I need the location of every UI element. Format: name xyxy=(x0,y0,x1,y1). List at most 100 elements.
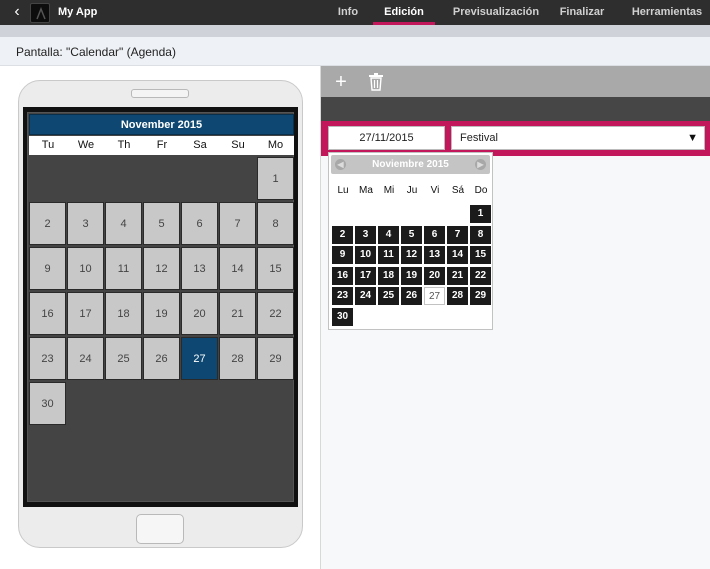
tab-previsualizacion[interactable]: Previsualización xyxy=(447,0,545,25)
picker-weekday: Ju xyxy=(406,185,418,196)
tab-info[interactable]: Info xyxy=(328,0,368,25)
date-input[interactable]: 27/11/2015 xyxy=(328,126,445,150)
calendar-day[interactable]: 26 xyxy=(143,337,180,380)
phone-screen: November 2015 Tu We Th Fr Sa Su Mo 1 2 3 4 5 6 7 8 9 10 1… xyxy=(23,107,298,507)
calendar-day[interactable]: 27 xyxy=(181,337,218,380)
trash-icon[interactable] xyxy=(365,71,387,93)
picker-day[interactable]: 20 xyxy=(424,266,445,285)
calendar-day[interactable]: 13 xyxy=(181,247,218,290)
picker-weekday: Ma xyxy=(359,185,373,196)
calendar-weekday: Th xyxy=(105,136,143,155)
picker-day[interactable]: 25 xyxy=(378,287,399,305)
tab-herramientas[interactable]: Herramientas xyxy=(628,0,706,25)
calendar-day[interactable]: 14 xyxy=(219,247,256,290)
calendar-weekday: Tu xyxy=(29,136,67,155)
calendar-day[interactable]: 3 xyxy=(67,202,104,245)
screen-title-bar: Pantalla: "Calendar" (Agenda) xyxy=(0,37,710,66)
phone-calendar: November 2015 Tu We Th Fr Sa Su Mo 1 2 3 4 5 6 7 8 9 10 1… xyxy=(27,112,294,502)
calendar-day[interactable]: 29 xyxy=(257,337,294,380)
calendar-weekday: Sa xyxy=(181,136,219,155)
tab-finalizar[interactable]: Finalizar xyxy=(556,0,608,25)
calendar-day[interactable]: 10 xyxy=(67,247,104,290)
calendar-day[interactable]: 2 xyxy=(29,202,66,245)
picker-header: ◀ Noviembre 2015 ▶ xyxy=(331,155,490,174)
picker-day[interactable]: 27 xyxy=(424,287,445,305)
event-row: 27/11/2015 Festival ▼ xyxy=(321,121,710,156)
phone-speaker xyxy=(131,89,189,98)
picker-day[interactable]: 10 xyxy=(355,246,376,264)
calendar-day[interactable]: 4 xyxy=(105,202,142,245)
calendar-day[interactable]: 18 xyxy=(105,292,142,335)
calendar-day[interactable]: 24 xyxy=(67,337,104,380)
picker-day[interactable]: 21 xyxy=(447,266,468,285)
picker-month-title: Noviembre 2015 xyxy=(372,159,449,170)
picker-day[interactable]: 9 xyxy=(332,246,353,264)
calendar-day[interactable]: 9 xyxy=(29,247,66,290)
top-bar: ‹ My App Info Edición Previsualización F… xyxy=(0,0,710,25)
event-type-select[interactable]: Festival ▼ xyxy=(451,126,705,150)
picker-day[interactable]: 1 xyxy=(470,205,491,223)
picker-day[interactable]: 23 xyxy=(332,287,353,305)
picker-weekday: Vi xyxy=(430,185,440,196)
editor-panel: + 27/11/2015 Festival ▼ ◀ Noviembre 2015… xyxy=(320,66,710,569)
plus-icon[interactable]: + xyxy=(330,71,352,93)
picker-day[interactable]: 4 xyxy=(378,225,399,244)
calendar-day[interactable]: 6 xyxy=(181,202,218,245)
calendar-day[interactable]: 30 xyxy=(29,382,66,425)
picker-day[interactable]: 5 xyxy=(401,225,422,244)
calendar-day[interactable]: 15 xyxy=(257,247,294,290)
picker-day[interactable]: 22 xyxy=(470,266,491,285)
picker-day[interactable]: 8 xyxy=(470,225,491,244)
calendar-day[interactable]: 20 xyxy=(181,292,218,335)
calendar-day[interactable]: 17 xyxy=(67,292,104,335)
picker-day[interactable]: 30 xyxy=(332,307,353,326)
picker-day[interactable]: 15 xyxy=(470,246,491,264)
picker-weekday: Mi xyxy=(383,185,395,196)
calendar-weekday: We xyxy=(67,136,105,155)
picker-day[interactable]: 29 xyxy=(470,287,491,305)
picker-day[interactable]: 28 xyxy=(447,287,468,305)
event-type-value: Festival xyxy=(460,132,498,144)
picker-day[interactable]: 17 xyxy=(355,266,376,285)
top-strip xyxy=(0,25,710,37)
picker-day[interactable]: 11 xyxy=(378,246,399,264)
picker-day[interactable]: 7 xyxy=(447,225,468,244)
picker-day[interactable]: 18 xyxy=(378,266,399,285)
picker-day[interactable]: 2 xyxy=(332,225,353,244)
calendar-day[interactable]: 12 xyxy=(143,247,180,290)
app-logo-icon xyxy=(30,3,50,23)
calendar-day[interactable]: 1 xyxy=(257,157,294,200)
picker-day[interactable]: 14 xyxy=(447,246,468,264)
prev-circle-icon[interactable]: ◀ xyxy=(335,159,346,170)
tab-edicion[interactable]: Edición xyxy=(373,0,435,25)
calendar-day[interactable]: 25 xyxy=(105,337,142,380)
picker-day[interactable]: 13 xyxy=(424,246,445,264)
date-picker: ◀ Noviembre 2015 ▶ Lu Ma Mi Ju Vi Sá Do 1 2 3 4 5 6 7… xyxy=(328,152,493,330)
next-circle-icon[interactable]: ▶ xyxy=(475,159,486,170)
picker-day[interactable]: 19 xyxy=(401,266,422,285)
calendar-day[interactable]: 19 xyxy=(143,292,180,335)
calendar-weekday: Su xyxy=(219,136,257,155)
picker-day[interactable]: 16 xyxy=(332,266,353,285)
calendar-day[interactable]: 11 xyxy=(105,247,142,290)
phone-frame: November 2015 Tu We Th Fr Sa Su Mo 1 2 3 4 5 6 7 8 9 10 1… xyxy=(18,80,303,548)
editor-dark-band xyxy=(321,97,710,121)
picker-day[interactable]: 3 xyxy=(355,225,376,244)
picker-weekday: Sá xyxy=(451,185,465,196)
calendar-day[interactable]: 16 xyxy=(29,292,66,335)
calendar-day[interactable]: 7 xyxy=(219,202,256,245)
picker-day[interactable]: 24 xyxy=(355,287,376,305)
phone-home-button xyxy=(136,514,184,544)
calendar-day[interactable]: 23 xyxy=(29,337,66,380)
picker-day[interactable]: 12 xyxy=(401,246,422,264)
picker-weekday: Lu xyxy=(337,185,349,196)
picker-day[interactable]: 26 xyxy=(401,287,422,305)
calendar-day[interactable]: 8 xyxy=(257,202,294,245)
calendar-day[interactable]: 28 xyxy=(219,337,256,380)
calendar-day[interactable]: 5 xyxy=(143,202,180,245)
calendar-day[interactable]: 21 xyxy=(219,292,256,335)
calendar-weekday: Mo xyxy=(257,136,294,155)
calendar-day[interactable]: 22 xyxy=(257,292,294,335)
chevron-left-icon[interactable]: ‹ xyxy=(8,3,26,21)
picker-day[interactable]: 6 xyxy=(424,225,445,244)
